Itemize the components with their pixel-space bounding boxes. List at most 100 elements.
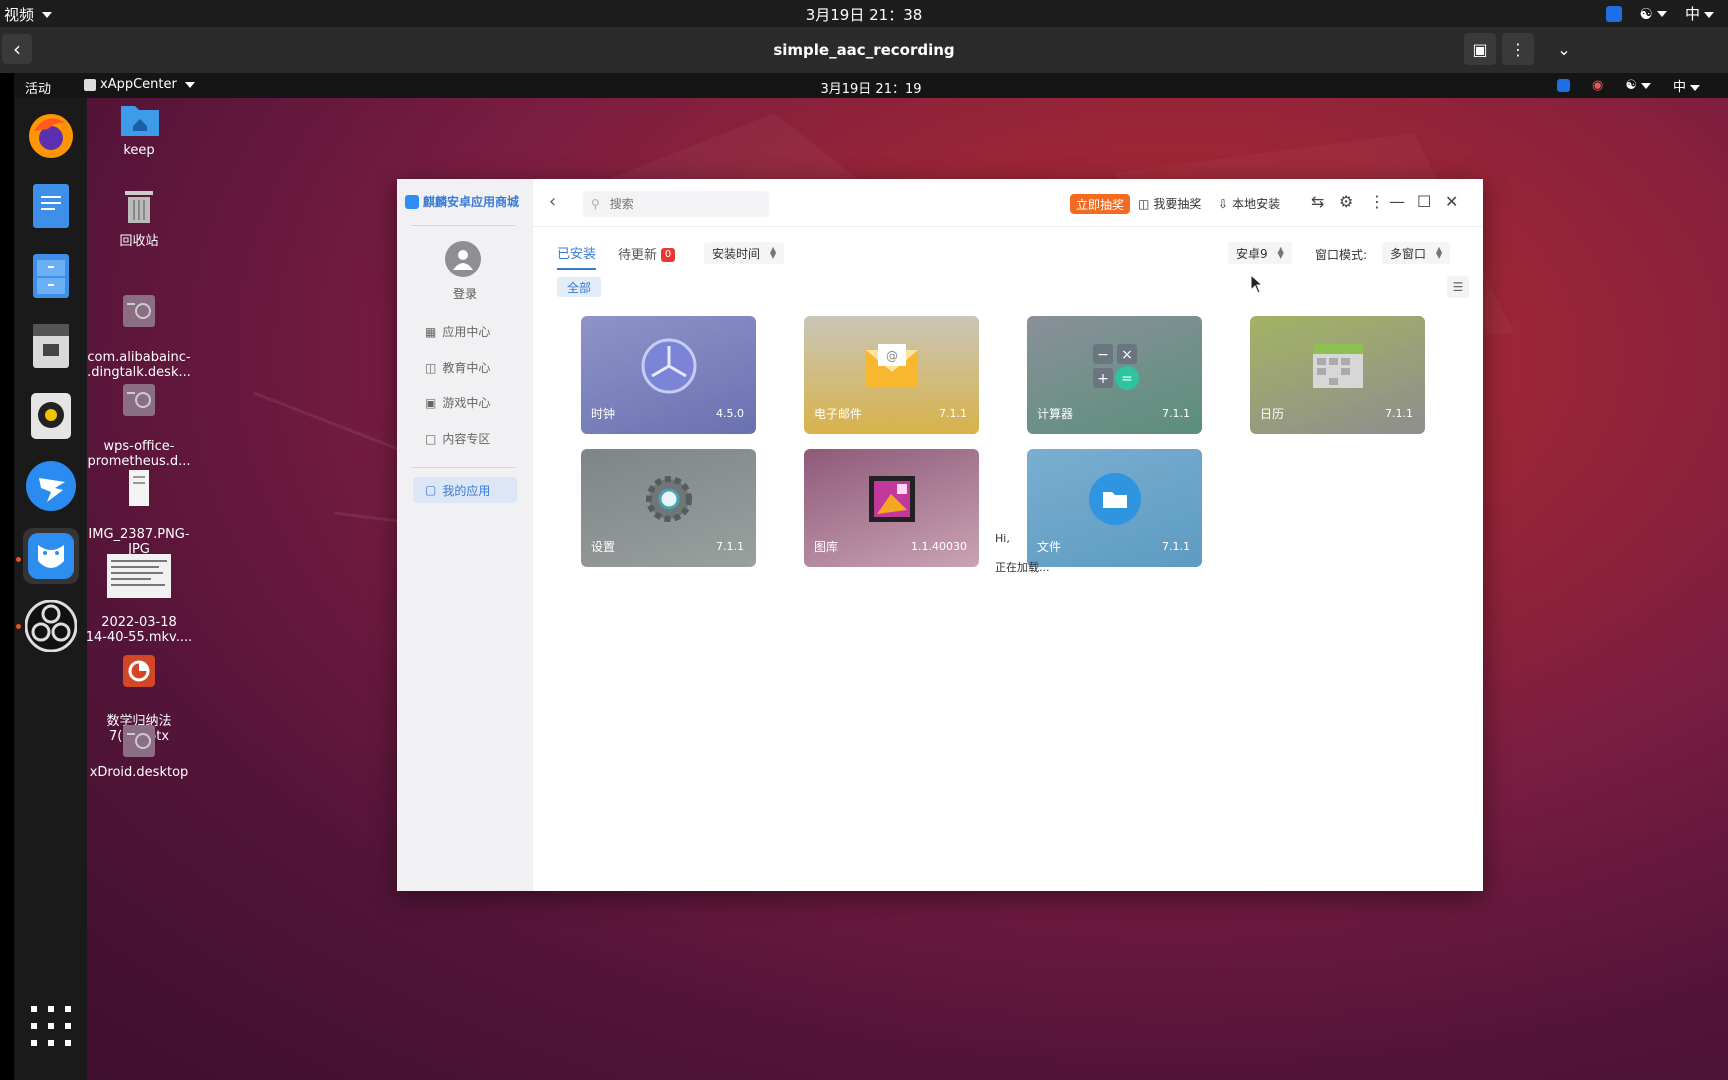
updown-icon: ▲ ▼: [1277, 245, 1284, 260]
desktop-icon-xdroid[interactable]: xDroid.desktop: [84, 721, 194, 780]
desktop-icon-label: 回收站: [119, 234, 159, 249]
app-card-calculator[interactable]: − × + = 计算器 7.1.1: [1027, 316, 1202, 434]
app-name: 图库: [814, 540, 839, 554]
more-menu-button[interactable]: ⋮: [1502, 33, 1534, 65]
accessibility-icon[interactable]: ☯: [1640, 5, 1667, 23]
trash-icon: [125, 191, 153, 223]
archive-icon: [33, 324, 69, 368]
window-mode-select[interactable]: 多窗口 ▲ ▼: [1382, 242, 1451, 264]
rhythmbox-dock-item[interactable]: [23, 388, 79, 444]
svg-text:=: =: [1121, 371, 1133, 387]
screenshot-button[interactable]: ▣: [1464, 33, 1496, 65]
sidebar-item-app-center[interactable]: ▦ 应用中心: [425, 323, 490, 340]
book-icon: ◫: [425, 360, 437, 375]
minimize-icon[interactable]: —: [1389, 192, 1405, 211]
app-card-clock[interactable]: 时钟 4.5.0: [581, 316, 756, 434]
app-card-files[interactable]: 文件 7.1.1: [1027, 449, 1202, 567]
expand-button[interactable]: ⌄: [1548, 33, 1580, 65]
maximize-icon[interactable]: ☐: [1417, 192, 1431, 211]
document-icon: [33, 184, 69, 228]
app-version: 7.1.1: [1162, 540, 1190, 553]
obs-icon: [25, 600, 77, 652]
sidebar: 麒麟安卓应用商城 登录 ▦ 应用中心 ◫ 教育中心 ▣ 游戏中心 □ 内容专区 ▢ 我的应…: [397, 179, 533, 891]
xappcenter-tray-icon[interactable]: [1556, 79, 1570, 92]
divider: [411, 467, 515, 468]
guest-desktop: 活动 xAppCenter 3月19日 21：19 ◉ ☯ 中 keep 回收站…: [14, 73, 1728, 1080]
guest-top-bar: 活动 xAppCenter 3月19日 21：19 ◉ ☯ 中: [14, 73, 1728, 98]
divider: [411, 225, 515, 226]
user-icon: [453, 250, 473, 270]
updown-icon: ▲ ▼: [1436, 245, 1443, 260]
dingtalk-icon: [26, 461, 76, 511]
running-indicator: [16, 624, 21, 629]
sidebar-item-my-apps[interactable]: ▢ 我的应用: [413, 477, 517, 503]
folder-icon: [1088, 472, 1141, 525]
sidebar-item-content[interactable]: □ 内容专区: [425, 430, 490, 447]
desktop-icon-trash[interactable]: 回收站: [84, 186, 194, 249]
desktop-icon-keep[interactable]: keep: [84, 99, 194, 158]
app-version: 1.1.40030: [911, 540, 967, 553]
clock-icon: [641, 338, 696, 394]
desktop-file-icon: [123, 295, 155, 327]
gift-icon: ◫: [1138, 196, 1150, 211]
firefox-dock-item[interactable]: [23, 108, 79, 164]
tab-installed[interactable]: 已安装: [557, 243, 597, 270]
switch-icon[interactable]: ⇆: [1311, 192, 1324, 211]
network-icon[interactable]: ◉: [1592, 78, 1603, 93]
menu-icon[interactable]: ⋮: [1369, 192, 1385, 211]
document-icon: □: [425, 431, 437, 446]
sidebar-item-education[interactable]: ◫ 教育中心: [425, 359, 490, 376]
host-top-bar: 视频 3月19日 21：38 ☯ 中: [0, 0, 1728, 27]
greeting-text: Hi,: [995, 532, 1010, 545]
settings-gear-icon[interactable]: ⚙: [1339, 192, 1353, 211]
file-cabinet-icon: [33, 254, 69, 298]
svg-text:+: +: [1097, 371, 1109, 387]
accessibility-icon[interactable]: ☯: [1625, 78, 1651, 93]
app-toolbar: ‹ ⚲ 立即抽奖 ◫我要抽奖 ⇩本地安装 ⇆ ⚙ ⋮ — ☐ ✕: [533, 179, 1483, 227]
crop-icon: ▣: [1472, 39, 1488, 59]
my-prizes-button[interactable]: ◫ 我要抽奖: [1138, 195, 1201, 212]
dingtalk-dock-item[interactable]: [23, 458, 79, 514]
search-input[interactable]: [609, 197, 750, 211]
app-card-gallery[interactable]: 图库 1.1.40030: [804, 449, 979, 567]
filter-chip-all[interactable]: 全部: [557, 277, 602, 297]
show-apps-button[interactable]: [23, 998, 79, 1054]
sort-select[interactable]: 安装时间 ▲ ▼: [704, 242, 785, 264]
avatar[interactable]: [445, 241, 481, 277]
app-card-email[interactable]: @ 电子邮件 7.1.1: [804, 316, 979, 434]
firefox-icon: [29, 114, 73, 158]
input-method-indicator[interactable]: 中: [1685, 3, 1714, 24]
list-view-icon[interactable]: ☰: [1447, 276, 1469, 298]
xappcenter-dock-item[interactable]: [23, 528, 79, 584]
app-card-calendar[interactable]: 日历 7.1.1: [1250, 316, 1425, 434]
sidebar-item-games[interactable]: ▣ 游戏中心: [425, 394, 490, 411]
xappcenter-tray-icon[interactable]: [1605, 5, 1622, 22]
text-editor-dock-item[interactable]: [23, 178, 79, 234]
running-indicator: [16, 557, 21, 562]
lottery-button[interactable]: 立即抽奖: [1070, 194, 1131, 214]
search-box[interactable]: ⚲: [583, 191, 769, 217]
chevron-down-icon: ⌄: [1557, 39, 1571, 59]
svg-text:×: ×: [1121, 347, 1133, 363]
guest-clock[interactable]: 3月19日 21：19: [14, 78, 1728, 97]
files-dock-item[interactable]: [23, 248, 79, 304]
video-thumbnail-icon: [107, 554, 171, 598]
app-version: 7.1.1: [939, 407, 967, 420]
host-header: ‹ simple_aac_recording ▣ ⋮ ⌄: [0, 27, 1728, 73]
brand-name: 麒麟安卓应用商城: [423, 195, 520, 209]
app-name: 设置: [591, 540, 616, 554]
archive-dock-item[interactable]: [23, 318, 79, 374]
local-install-button[interactable]: ⇩ 本地安装: [1218, 195, 1280, 212]
tab-pending-update[interactable]: 待更新 0: [618, 244, 676, 269]
android-version-select[interactable]: 安卓9 ▲ ▼: [1228, 242, 1292, 264]
app-name: 计算器: [1037, 407, 1074, 421]
desktop-icon-label: xDroid.desktop: [89, 765, 189, 780]
app-card-settings[interactable]: 设置 7.1.1: [581, 449, 756, 567]
login-link[interactable]: 登录: [397, 285, 533, 302]
close-icon[interactable]: ✕: [1445, 192, 1458, 211]
input-method-indicator[interactable]: 中: [1673, 76, 1700, 95]
host-clock[interactable]: 3月19日 21：38: [0, 4, 1728, 25]
kebab-icon: ⋮: [1510, 39, 1526, 59]
back-button[interactable]: ‹: [549, 191, 556, 212]
obs-dock-item[interactable]: [23, 598, 79, 654]
